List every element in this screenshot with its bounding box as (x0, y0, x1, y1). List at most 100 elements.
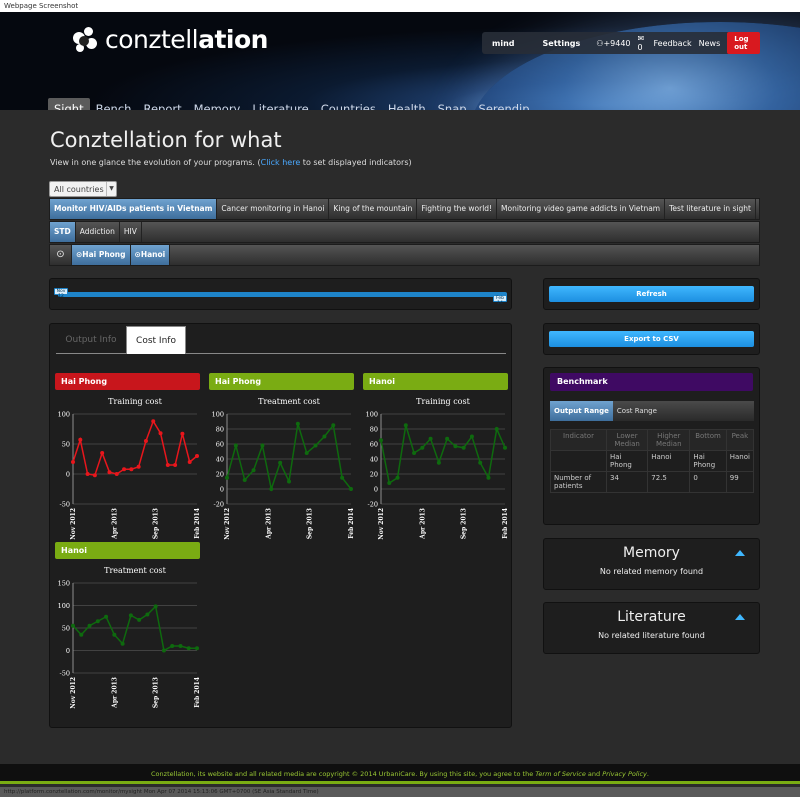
data-point (136, 464, 141, 469)
data-point (114, 472, 119, 476)
tab-cost-range[interactable]: Cost Range (613, 401, 661, 421)
tab-output-range[interactable]: Output Range (550, 401, 613, 421)
nav-memory[interactable]: Memory (188, 98, 247, 110)
table-cell: 34 (605, 471, 649, 493)
tab-program-cancer[interactable]: Cancer monitoring in Hanoi (217, 199, 330, 219)
data-point (287, 479, 291, 484)
settings-link[interactable]: Settings (543, 39, 581, 48)
y-tick-label: 100 (366, 411, 378, 419)
data-point (225, 475, 229, 480)
tab-topic-hiv[interactable]: HIV (120, 222, 142, 242)
tab-program-literature[interactable]: Test literature in sight (665, 199, 756, 219)
tab-output-info[interactable]: Output Info (56, 326, 126, 354)
timeline-start-handle[interactable]: Nov 12 (54, 288, 68, 299)
tab-program-mountain[interactable]: King of the mountain (329, 199, 418, 219)
y-tick-label: -50 (60, 670, 70, 678)
x-tick-label: Nov 2012 (70, 508, 77, 540)
x-tick-label: Feb 2014 (502, 508, 508, 539)
data-point (331, 423, 336, 428)
page-subtitle: View in one glance the evolution of your… (50, 158, 412, 167)
nav-health[interactable]: Health (382, 98, 432, 110)
data-point (170, 644, 175, 648)
data-point (71, 623, 75, 628)
location-tabs: ⊙ ⊙Hai Phong ⊙Hanoi (49, 244, 760, 266)
y-tick-label: -20 (368, 501, 378, 509)
data-point (295, 421, 300, 426)
y-tick-label: 0 (374, 486, 378, 494)
tab-location-hanoi[interactable]: ⊙Hanoi (130, 245, 171, 265)
timeline-panel: Nov 12 Feb 14 (49, 278, 512, 310)
browser-status-bar: http://platform.conztellation.com/monito… (0, 787, 800, 797)
table-header-cell: Indicator (550, 429, 607, 451)
export-panel: Export to CSV (543, 323, 760, 355)
timeline-end-handle[interactable]: Feb 14 (493, 295, 507, 306)
table-cell (550, 450, 607, 472)
mind-link[interactable]: mind (492, 39, 515, 48)
nav-sight[interactable]: Sight (48, 98, 90, 110)
set-indicators-link[interactable]: Click here (261, 158, 301, 167)
envelope-icon: ✉ (637, 34, 645, 43)
site-logo[interactable]: conztellation (70, 24, 268, 54)
tab-program-hiv[interactable]: Monitor HIV/AIDs patients in Vietnam (50, 199, 218, 219)
nav-serendip[interactable]: Serendip (473, 98, 536, 110)
y-tick-label: 60 (216, 441, 224, 449)
training-cost-chart: Training cost 100 50 0 -50Nov 2012 Apr 2013 Se… (58, 397, 201, 540)
timeline-slider-track[interactable] (58, 292, 507, 297)
y-tick-label: -20 (214, 501, 224, 509)
tab-topic-addiction[interactable]: Addiction (76, 222, 120, 242)
nav-report[interactable]: Report (137, 98, 187, 110)
table-header-cell: Higher Median (647, 429, 691, 451)
data-point (158, 431, 163, 436)
points-counter[interactable]: ⚇+9440 (596, 39, 630, 48)
refresh-button[interactable]: Refresh (549, 286, 754, 302)
data-point (269, 487, 274, 491)
table-row: Number of patients 34 72.5 0 99 (550, 471, 755, 493)
nav-bench[interactable]: Bench (90, 98, 138, 110)
data-point (71, 460, 75, 464)
data-point (79, 632, 84, 637)
tab-program-videogame[interactable]: Monitoring video game addicts in Vietnam (497, 199, 666, 219)
data-point (395, 475, 400, 480)
check-all-icon[interactable]: ⊙ (50, 245, 72, 265)
data-point (349, 487, 353, 491)
feedback-link[interactable]: Feedback (654, 39, 692, 48)
privacy-link[interactable]: Privacy Policy (602, 770, 647, 778)
data-point (78, 437, 83, 442)
country-select[interactable]: All countries ▼ (49, 181, 117, 197)
data-point (178, 644, 183, 648)
news-link[interactable]: News (699, 39, 721, 48)
x-tick-label: Feb 2014 (194, 677, 200, 708)
tab-cost-info[interactable]: Cost Info (126, 326, 186, 354)
y-tick-label: 0 (220, 486, 224, 494)
x-tick-label: Feb 2014 (348, 508, 354, 539)
tab-location-haiphong[interactable]: ⊙Hai Phong (72, 245, 131, 265)
x-tick-label: Apr 2013 (111, 508, 118, 540)
terms-link[interactable]: Term of Service (535, 770, 586, 778)
data-point (260, 443, 265, 448)
tab-topic-std[interactable]: STD (50, 222, 76, 242)
page-title: Conztellation for what (50, 128, 282, 152)
memory-panel: Memory No related memory found (543, 538, 760, 590)
data-point (173, 463, 178, 467)
collapse-up-icon[interactable] (735, 614, 745, 620)
y-tick-label: 80 (216, 426, 224, 434)
chart-header: Hai Phong (209, 373, 354, 390)
data-point (129, 467, 134, 472)
export-csv-button[interactable]: Export to CSV (549, 331, 754, 347)
nav-snap[interactable]: Snap (432, 98, 473, 110)
data-point (436, 460, 441, 465)
messages-counter[interactable]: ✉ 0 (638, 34, 647, 52)
collapse-up-icon[interactable] (735, 550, 745, 556)
data-point (494, 427, 499, 431)
y-tick-label: 50 (62, 625, 70, 633)
table-header-cell: Bottom (689, 429, 727, 451)
x-tick-label: Sep 2013 (307, 508, 314, 539)
table-cell: 0 (689, 471, 727, 493)
tab-program-fighting[interactable]: Fighting the world! (417, 199, 498, 219)
y-tick-label: 100 (58, 411, 70, 419)
nav-countries[interactable]: Countries (315, 98, 382, 110)
logout-button[interactable]: Log out (727, 32, 760, 54)
table-cell: Hanoi (725, 450, 755, 472)
data-point (195, 454, 199, 458)
nav-literature[interactable]: Literature (246, 98, 314, 110)
